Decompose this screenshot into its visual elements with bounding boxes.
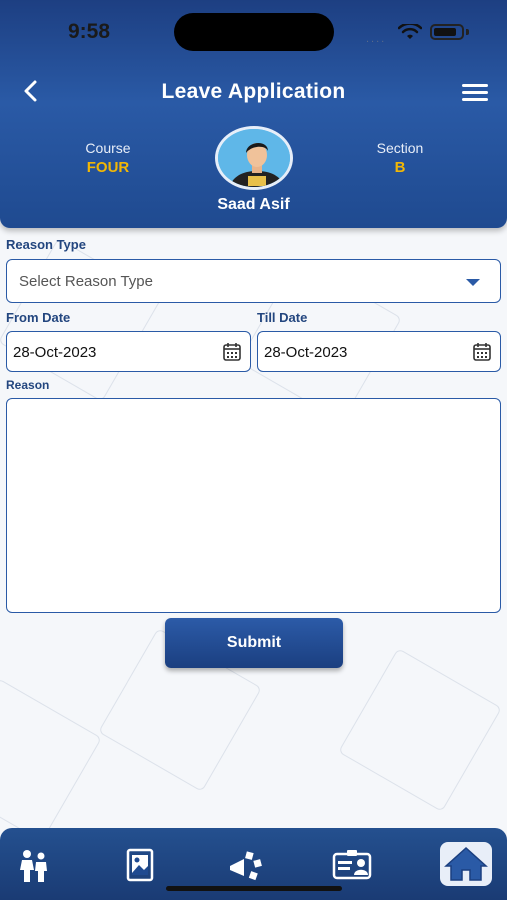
menu-button[interactable]: [462, 82, 490, 102]
till-date-field[interactable]: 28-Oct-2023: [257, 331, 501, 372]
from-date-field[interactable]: 28-Oct-2023: [6, 331, 251, 372]
gallery-icon[interactable]: [120, 846, 160, 884]
chevron-down-icon: [466, 279, 480, 286]
status-time: 9:58: [68, 20, 111, 43]
home-button[interactable]: [440, 842, 492, 886]
status-bar: 9:58 ....: [0, 0, 507, 60]
page-title: Leave Application: [161, 80, 346, 103]
app-header: 9:58 .... Leave Application Course FOUR: [0, 0, 507, 228]
course-label: Course: [85, 140, 131, 156]
student-profile: Course FOUR Section B Saad Asif: [0, 122, 507, 228]
wifi-icon: [398, 24, 422, 39]
dynamic-island: [174, 13, 334, 51]
till-date-label: Till Date: [257, 310, 308, 325]
from-date-value: 28-Oct-2023: [13, 344, 97, 361]
student-name: Saad Asif: [217, 196, 290, 213]
navigation-bar: Leave Application: [0, 60, 507, 122]
id-card-icon[interactable]: [332, 846, 372, 884]
avatar: [215, 126, 293, 190]
reason-type-placeholder: Select Reason Type: [19, 273, 153, 290]
reason-label: Reason: [6, 378, 50, 392]
reason-type-select[interactable]: Select Reason Type: [6, 259, 501, 303]
menu-line: [462, 91, 488, 94]
battery-icon: [430, 24, 464, 40]
calendar-icon[interactable]: [222, 342, 242, 362]
section-value: B: [394, 159, 406, 176]
battery-tip: [466, 29, 469, 35]
course-value: FOUR: [86, 159, 130, 176]
announcements-icon[interactable]: [226, 846, 266, 884]
submit-button[interactable]: Submit: [165, 618, 343, 668]
children-icon[interactable]: [14, 846, 54, 884]
student-avatar-icon: [218, 129, 290, 187]
signal-icon: ....: [366, 33, 387, 45]
from-date-label: From Date: [6, 310, 71, 325]
reason-textarea[interactable]: [6, 398, 501, 613]
home-indicator: [166, 886, 342, 891]
calendar-icon[interactable]: [472, 342, 492, 362]
menu-line: [462, 84, 488, 87]
home-icon: [444, 846, 488, 881]
section-label: Section: [376, 140, 424, 156]
till-date-value: 28-Oct-2023: [264, 344, 348, 361]
reason-type-label: Reason Type: [6, 237, 86, 252]
menu-line: [462, 98, 488, 101]
